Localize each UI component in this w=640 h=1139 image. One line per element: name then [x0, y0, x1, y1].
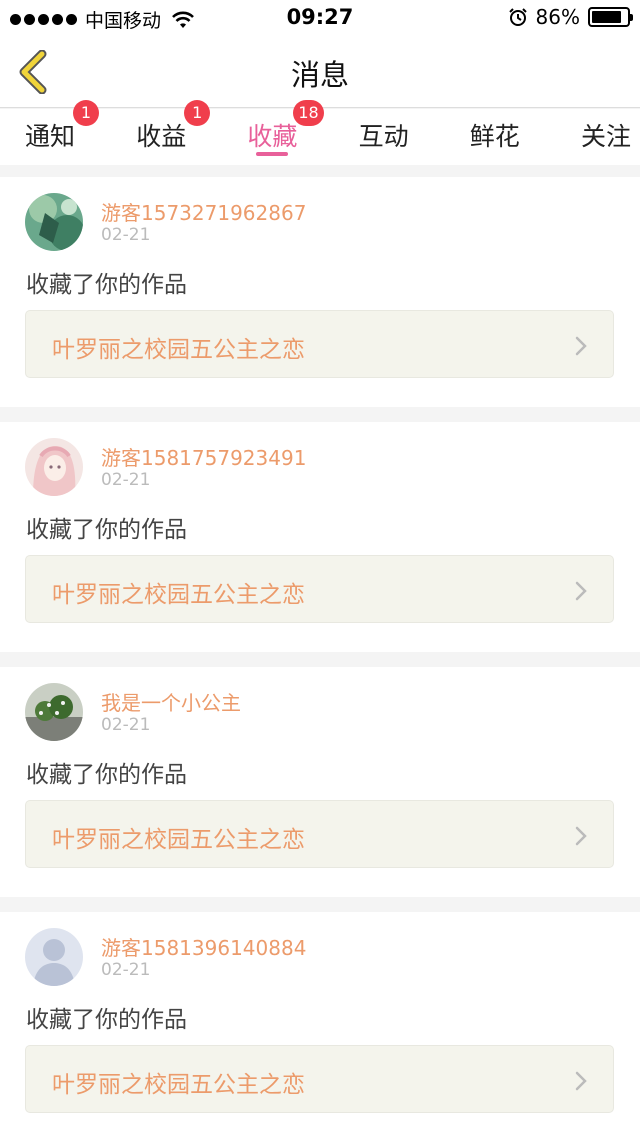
nav-bar: 消息 [0, 36, 640, 108]
work-link[interactable]: 叶罗丽之校园五公主之恋 [25, 310, 614, 378]
page-title: 消息 [290, 58, 349, 92]
username[interactable]: 我是一个小公主 [101, 687, 241, 716]
message-date: 02-21 [101, 470, 151, 490]
tab-notifications[interactable]: 通知 1 [25, 100, 99, 165]
username[interactable]: 游客1573271962867 [101, 197, 306, 226]
avatar-image [25, 193, 83, 251]
work-link[interactable]: 叶罗丽之校园五公主之恋 [25, 555, 614, 623]
work-link[interactable]: 叶罗丽之校园五公主之恋 [25, 800, 614, 868]
message-date: 02-21 [101, 960, 151, 980]
action-text: 收藏了你的作品 [26, 272, 187, 298]
message-card: 游客1581396140884 02-21 收藏了你的作品 叶罗丽之校园五公主之… [0, 912, 640, 1139]
battery-percent: 86% [535, 5, 580, 29]
tab-flowers[interactable]: 鲜花 [470, 109, 520, 165]
message-card: 游客1581757923491 02-21 收藏了你的作品 叶罗丽之校园五公主之… [0, 422, 640, 652]
chevron-right-icon [575, 336, 587, 356]
avatar-image [25, 438, 83, 496]
message-date: 02-21 [101, 225, 151, 245]
action-text: 收藏了你的作品 [26, 1007, 187, 1033]
tab-favorites[interactable]: 收藏 18 [247, 100, 324, 165]
username[interactable]: 游客1581396140884 [101, 932, 306, 961]
tab-label: 互动 [358, 122, 409, 151]
work-title: 叶罗丽之校园五公主之恋 [52, 582, 305, 608]
tab-label: 通知 [25, 122, 76, 151]
work-title: 叶罗丽之校园五公主之恋 [52, 337, 305, 363]
tab-bar: 通知 1 收益 1 收藏 18 互动 鲜花 关注 [0, 100, 640, 165]
unread-badge: 1 [73, 100, 99, 126]
username[interactable]: 游客1581757923491 [101, 442, 306, 471]
battery-icon [588, 7, 633, 27]
message-card: 游客1573271962867 02-21 收藏了你的作品 叶罗丽之校园五公主之… [0, 177, 640, 407]
work-link[interactable]: 叶罗丽之校园五公主之恋 [25, 1045, 614, 1113]
status-right: 86% [508, 5, 633, 29]
tab-label: 收藏 [247, 122, 298, 151]
unread-badge: 1 [184, 100, 211, 126]
chevron-right-icon [575, 826, 587, 846]
avatar[interactable] [25, 193, 83, 251]
avatar[interactable] [25, 438, 83, 496]
alarm-icon [508, 8, 527, 26]
work-title: 叶罗丽之校园五公主之恋 [52, 827, 305, 853]
unread-badge: 18 [293, 100, 324, 126]
action-text: 收藏了你的作品 [26, 517, 187, 543]
tab-following[interactable]: 关注 [581, 109, 631, 165]
tab-label: 鲜花 [469, 122, 520, 151]
tab-underline [256, 152, 289, 156]
action-text: 收藏了你的作品 [26, 762, 187, 788]
avatar-image [25, 683, 83, 741]
message-list: 游客1573271962867 02-21 收藏了你的作品 叶罗丽之校园五公主之… [0, 165, 640, 1139]
avatar[interactable] [25, 683, 83, 741]
message-date: 02-21 [101, 715, 151, 735]
message-card: 我是一个小公主 02-21 收藏了你的作品 叶罗丽之校园五公主之恋 [0, 667, 640, 897]
chevron-right-icon [575, 1071, 587, 1091]
avatar[interactable] [25, 928, 83, 986]
tab-earnings[interactable]: 收益 1 [136, 100, 211, 165]
chevron-right-icon [575, 581, 587, 601]
work-title: 叶罗丽之校园五公主之恋 [52, 1072, 305, 1098]
tab-label: 关注 [580, 122, 631, 151]
tab-label: 收益 [136, 122, 187, 151]
tab-interactions[interactable]: 互动 [359, 109, 409, 165]
status-bar: 中国移动 09:27 86% [0, 0, 640, 36]
default-avatar-icon [25, 928, 83, 986]
